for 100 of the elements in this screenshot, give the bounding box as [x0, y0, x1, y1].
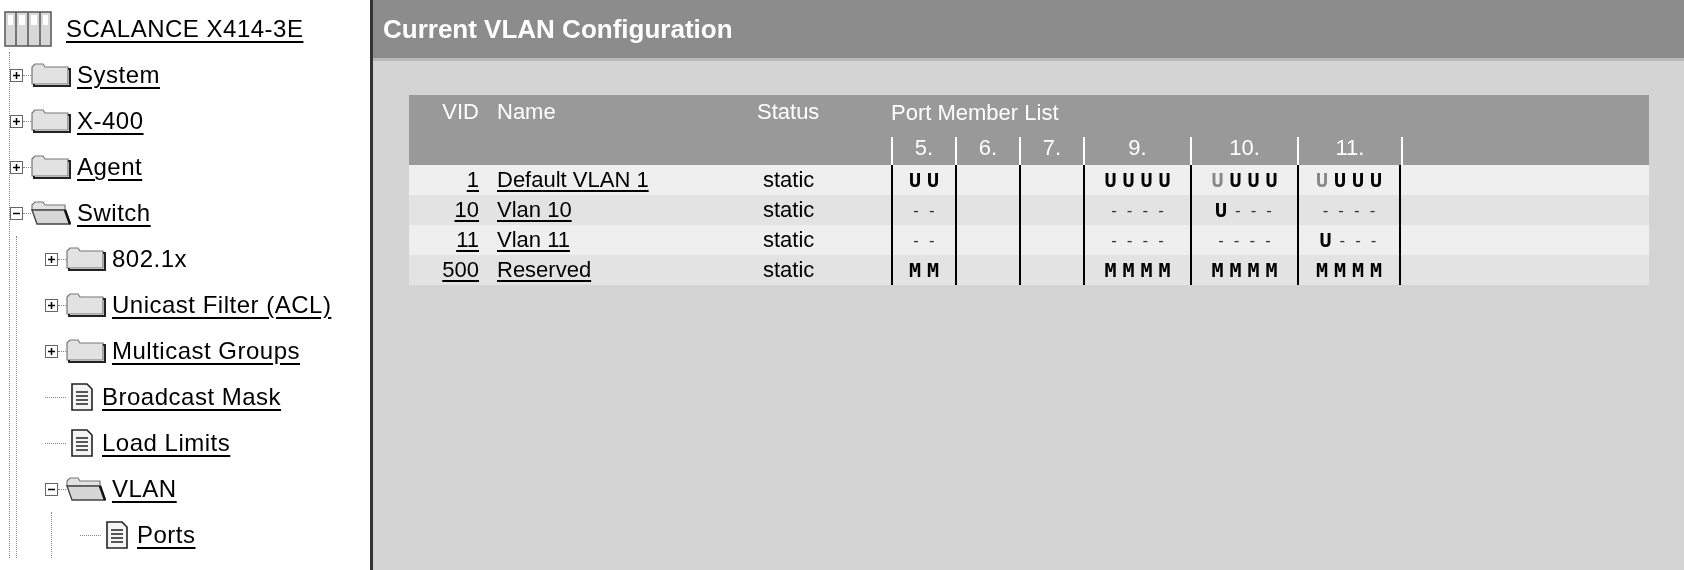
expand-icon[interactable]: [10, 160, 23, 174]
page-title: Current VLAN Configuration: [373, 0, 1684, 61]
port-membership-mark: M: [1122, 258, 1135, 282]
port-membership-mark: M: [1229, 258, 1242, 282]
port-membership-mark: -: [1124, 200, 1135, 220]
device-icon: [4, 11, 52, 47]
port-membership-mark: M: [927, 258, 940, 282]
expand-icon[interactable]: [10, 68, 23, 82]
status-cell: static: [763, 227, 815, 253]
port-membership-mark: -: [1248, 200, 1259, 220]
tree-item[interactable]: Load Limits: [102, 429, 231, 457]
document-icon: [105, 521, 129, 549]
port-membership-mark: U: [1122, 168, 1135, 192]
port-membership-mark: -: [1247, 230, 1258, 250]
port-membership-mark: -: [1368, 230, 1379, 250]
port-membership-mark: U: [927, 168, 940, 192]
expand-icon[interactable]: [45, 252, 58, 266]
port-membership-mark: M: [1352, 258, 1365, 282]
port-membership-mark: -: [1109, 200, 1119, 220]
port-header: 6.: [977, 135, 999, 161]
port-membership-mark: U: [1215, 198, 1228, 222]
port-membership-mark: -: [1140, 230, 1151, 250]
port-membership-mark: U: [1140, 168, 1153, 192]
column-header: Port Member List: [891, 100, 1059, 126]
port-membership-mark: -: [911, 200, 921, 220]
port-membership-mark: U: [1247, 168, 1260, 192]
expand-icon[interactable]: [45, 298, 58, 312]
port-membership-mark: M: [1370, 258, 1383, 282]
port-header: 7.: [1041, 135, 1063, 161]
tree-item[interactable]: Multicast Groups: [112, 337, 301, 365]
port-membership-mark: -: [1337, 230, 1348, 250]
column-header: Status: [757, 99, 820, 125]
port-membership-mark: U: [1333, 168, 1346, 192]
expand-icon[interactable]: [45, 344, 58, 358]
tree-item[interactable]: Ports: [137, 521, 196, 549]
port-membership-mark: U: [1265, 168, 1278, 192]
vlan-id-link[interactable]: 1: [466, 167, 479, 193]
port-membership-mark: M: [908, 258, 921, 282]
status-cell: static: [763, 257, 815, 283]
collapse-icon[interactable]: [45, 482, 58, 496]
port-membership-mark: -: [1263, 230, 1273, 250]
port-membership-mark: M: [1315, 258, 1328, 282]
port-membership-mark: -: [927, 230, 937, 250]
vlan-name-link[interactable]: Vlan 11: [497, 227, 570, 253]
port-membership-mark: -: [1336, 200, 1346, 220]
tree-item[interactable]: Switch: [77, 199, 151, 227]
vlan-id-link[interactable]: 11: [456, 227, 479, 253]
expand-icon[interactable]: [10, 114, 23, 128]
port-membership-mark: -: [1140, 200, 1151, 220]
port-header: 5.: [913, 135, 935, 161]
port-membership-mark: -: [1156, 230, 1166, 250]
vlan-name-link[interactable]: Default VLAN 1: [497, 167, 649, 193]
port-membership-mark: M: [1333, 258, 1346, 282]
port-membership-mark: -: [1320, 200, 1331, 220]
port-membership-mark: U: [1352, 168, 1365, 192]
port-membership-mark: -: [1264, 200, 1274, 220]
tree-item[interactable]: System: [77, 61, 160, 89]
port-membership-mark: U: [1315, 168, 1328, 192]
port-header: 10.: [1228, 135, 1261, 161]
port-membership-mark: U: [1211, 168, 1224, 192]
port-membership-mark: -: [1156, 200, 1166, 220]
device-link[interactable]: SCALANCE X414-3E: [66, 15, 304, 43]
port-membership-mark: -: [1352, 200, 1362, 220]
status-cell: static: [763, 197, 815, 223]
tree-item[interactable]: Broadcast Mask: [102, 383, 282, 411]
port-membership-mark: M: [1247, 258, 1260, 282]
port-membership-mark: -: [1109, 230, 1119, 250]
port-membership-mark: M: [1104, 258, 1117, 282]
tree-item[interactable]: 802.1x: [112, 245, 188, 273]
port-membership-mark: U: [1229, 168, 1242, 192]
column-header: VID: [442, 99, 479, 125]
status-cell: static: [763, 167, 815, 193]
tree-item[interactable]: Agent: [77, 153, 143, 181]
port-membership-mark: M: [1158, 258, 1171, 282]
port-membership-mark: -: [1124, 230, 1135, 250]
port-membership-mark: U: [908, 168, 921, 192]
port-membership-mark: U: [1158, 168, 1171, 192]
vlan-id-link[interactable]: 10: [454, 197, 479, 223]
tree-item[interactable]: X-400: [77, 107, 144, 135]
port-membership-mark: M: [1140, 258, 1153, 282]
port-header: 11.: [1334, 135, 1366, 161]
port-membership-mark: M: [1211, 258, 1224, 282]
document-icon: [70, 429, 94, 457]
port-membership-mark: -: [1231, 230, 1242, 250]
port-membership-mark: -: [1233, 200, 1243, 220]
port-membership-mark: -: [911, 230, 921, 250]
port-membership-mark: M: [1265, 258, 1278, 282]
collapse-icon[interactable]: [10, 206, 23, 220]
tree-item[interactable]: VLAN: [112, 475, 177, 503]
document-icon: [70, 383, 94, 411]
port-membership-mark: -: [1353, 230, 1363, 250]
port-header: 9.: [1127, 135, 1148, 161]
port-membership-mark: -: [1216, 230, 1226, 250]
vlan-name-link[interactable]: Reserved: [497, 257, 592, 283]
port-membership-mark: U: [1370, 168, 1383, 192]
port-membership-mark: -: [927, 200, 937, 220]
vlan-name-link[interactable]: Vlan 10: [497, 197, 572, 223]
vlan-id-link[interactable]: 500: [442, 257, 479, 283]
tree-item[interactable]: Unicast Filter (ACL): [112, 291, 332, 319]
port-membership-mark: U: [1104, 168, 1117, 192]
